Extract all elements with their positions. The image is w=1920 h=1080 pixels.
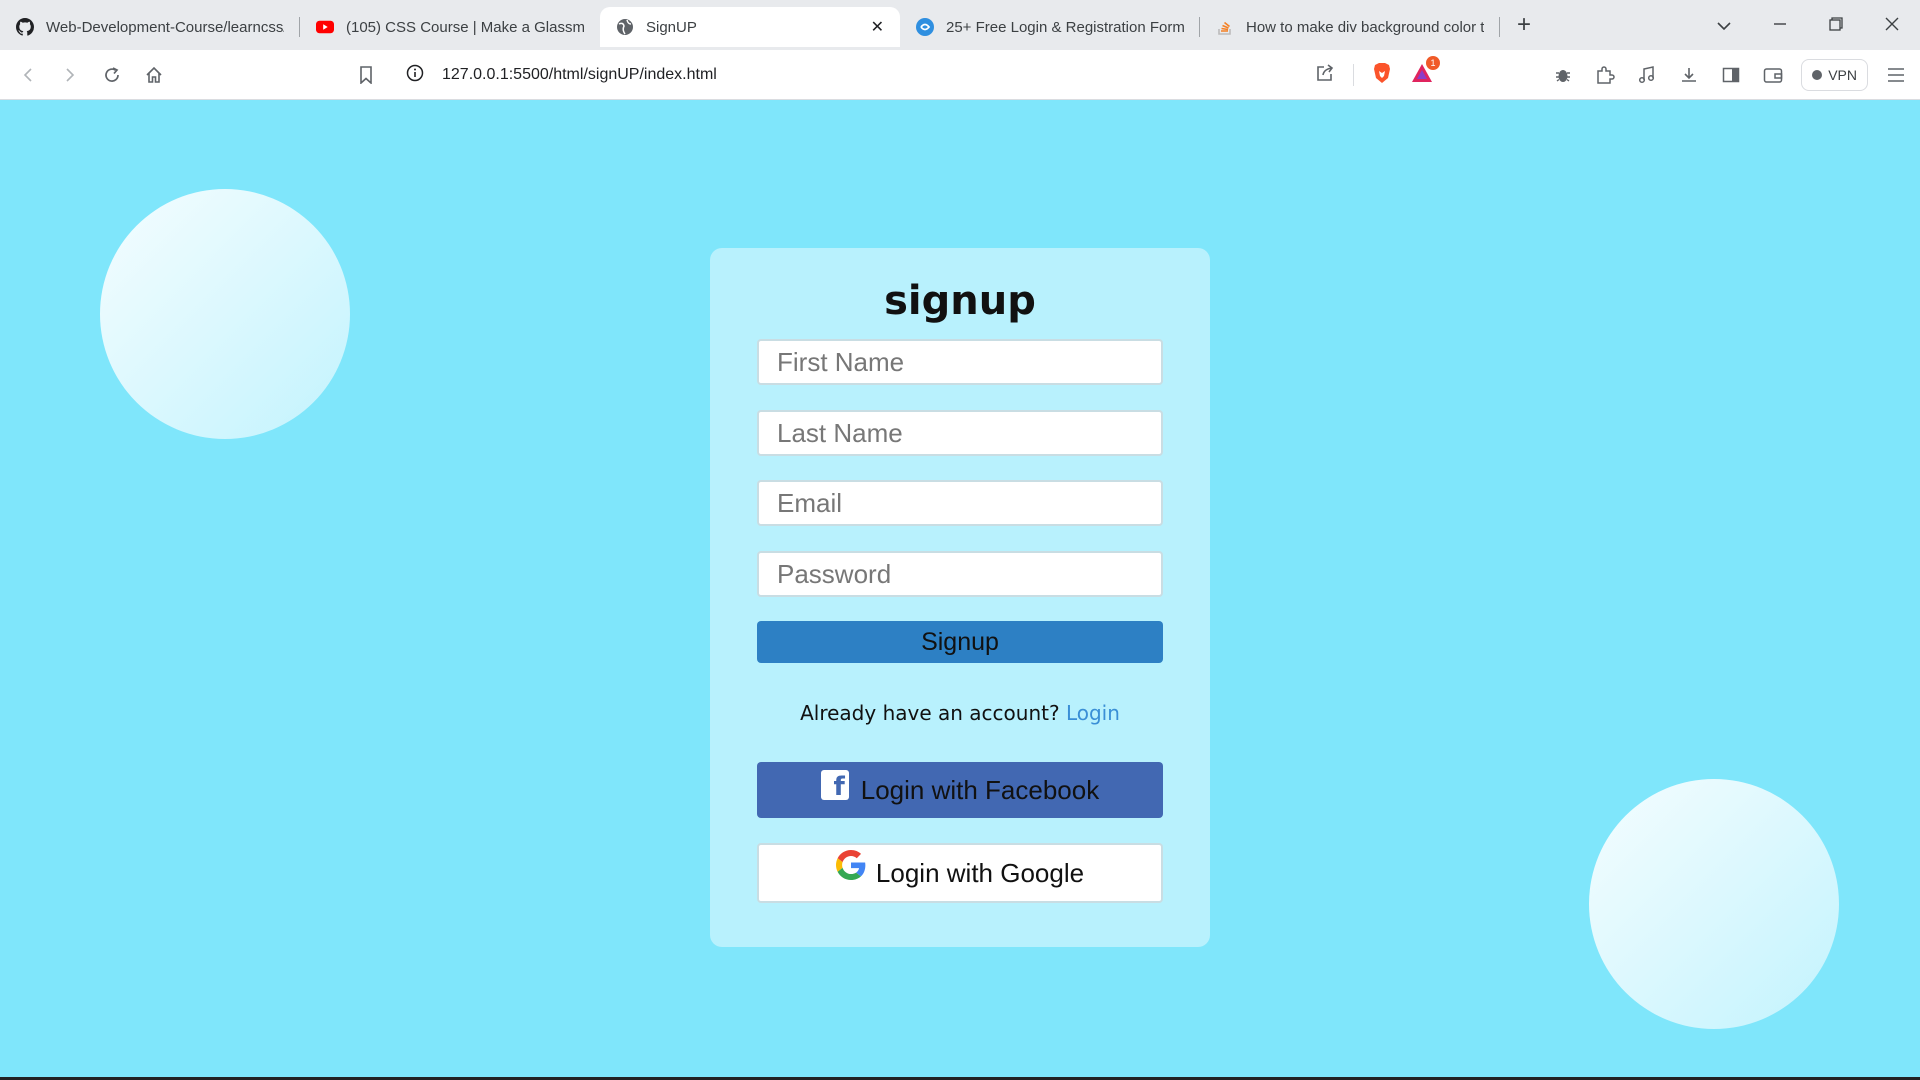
google-login-button[interactable]: Login with Google [757,843,1163,903]
browser-toolbar: 127.0.0.1:5500/html/signUP/index.html 1 [0,50,1920,100]
brave-rewards-icon[interactable]: 1 [1410,55,1440,89]
signup-card: signup Signup Already have an account? L… [710,248,1210,947]
tab-list-chevron-icon[interactable] [1696,15,1752,36]
forward-arrow-icon[interactable] [50,55,90,95]
divider [1353,64,1354,86]
site-info-icon[interactable] [406,64,424,87]
media-icon[interactable] [1633,61,1661,89]
toolbar-right: VPN [1549,50,1910,100]
back-arrow-icon[interactable] [8,55,48,95]
address-url: 127.0.0.1:5500/html/signUP/index.html [442,66,717,83]
tab-title: How to make div background color t [1246,18,1484,36]
address-actions: 1 [1315,55,1440,94]
tab-bar: Web-Development-Course/learncss/ (105) C… [0,0,1920,50]
tab-login-forms[interactable]: 25+ Free Login & Registration Form [900,7,1200,47]
restore-icon[interactable] [1808,15,1864,36]
facebook-login-button[interactable]: f Login with Facebook [757,762,1163,818]
site-icon [916,18,934,36]
tab-title: SignUP [646,18,697,36]
home-icon[interactable] [134,55,174,95]
signup-button[interactable]: Signup [757,621,1163,663]
brave-shields-icon[interactable] [1372,62,1392,89]
tab-stackoverflow[interactable]: How to make div background color t [1200,7,1500,47]
bug-icon[interactable] [1549,61,1577,89]
tab-title: Web-Development-Course/learncss/ [46,18,284,36]
bookmark-icon[interactable] [346,55,386,95]
globe-icon [616,18,634,36]
wallet-icon[interactable] [1759,61,1787,89]
facebook-icon: f [820,770,849,800]
decorative-circle-bottom-right [1589,779,1839,1029]
close-window-icon[interactable] [1864,15,1920,36]
facebook-login-label: Login with Facebook [860,774,1100,805]
tab-signup[interactable]: SignUP ✕ [600,7,900,47]
tab-title: (105) CSS Course | Make a Glassmorp [346,18,584,36]
email-input[interactable] [757,480,1163,526]
last-name-input[interactable] [757,410,1163,456]
login-prompt: Already have an account? Login [710,701,1210,725]
already-text: Already have an account? [800,701,1060,725]
sidebar-icon[interactable] [1717,61,1745,89]
youtube-icon [316,18,334,36]
vpn-button[interactable]: VPN [1801,59,1868,91]
new-tab-button[interactable]: + [1504,5,1544,45]
address-bar[interactable]: 127.0.0.1:5500/html/signUP/index.html 1 [392,55,1446,94]
google-icon [835,849,866,887]
vpn-label: VPN [1828,67,1857,83]
password-input[interactable] [757,551,1163,597]
decorative-circle-top-left [100,189,350,439]
minimize-icon[interactable] [1752,15,1808,36]
share-icon[interactable] [1315,63,1335,88]
stackoverflow-icon [1216,18,1234,36]
first-name-input[interactable] [757,339,1163,385]
github-icon [16,18,34,36]
page-title: signup [884,278,1036,324]
reload-icon[interactable] [92,55,132,95]
extensions-icon[interactable] [1591,61,1619,89]
menu-icon[interactable] [1882,61,1910,89]
rewards-badge: 1 [1426,55,1440,70]
tab-title: 25+ Free Login & Registration Form [946,18,1184,36]
login-link[interactable]: Login [1066,701,1120,725]
tab-github[interactable]: Web-Development-Course/learncss/ [0,7,300,47]
close-tab-icon[interactable]: ✕ [871,17,884,37]
vpn-status-icon [1812,70,1823,80]
tab-youtube[interactable]: (105) CSS Course | Make a Glassmorp [300,7,600,47]
window-controls [1696,0,1920,50]
google-login-label: Login with Google [875,857,1085,888]
download-icon[interactable] [1675,61,1703,89]
